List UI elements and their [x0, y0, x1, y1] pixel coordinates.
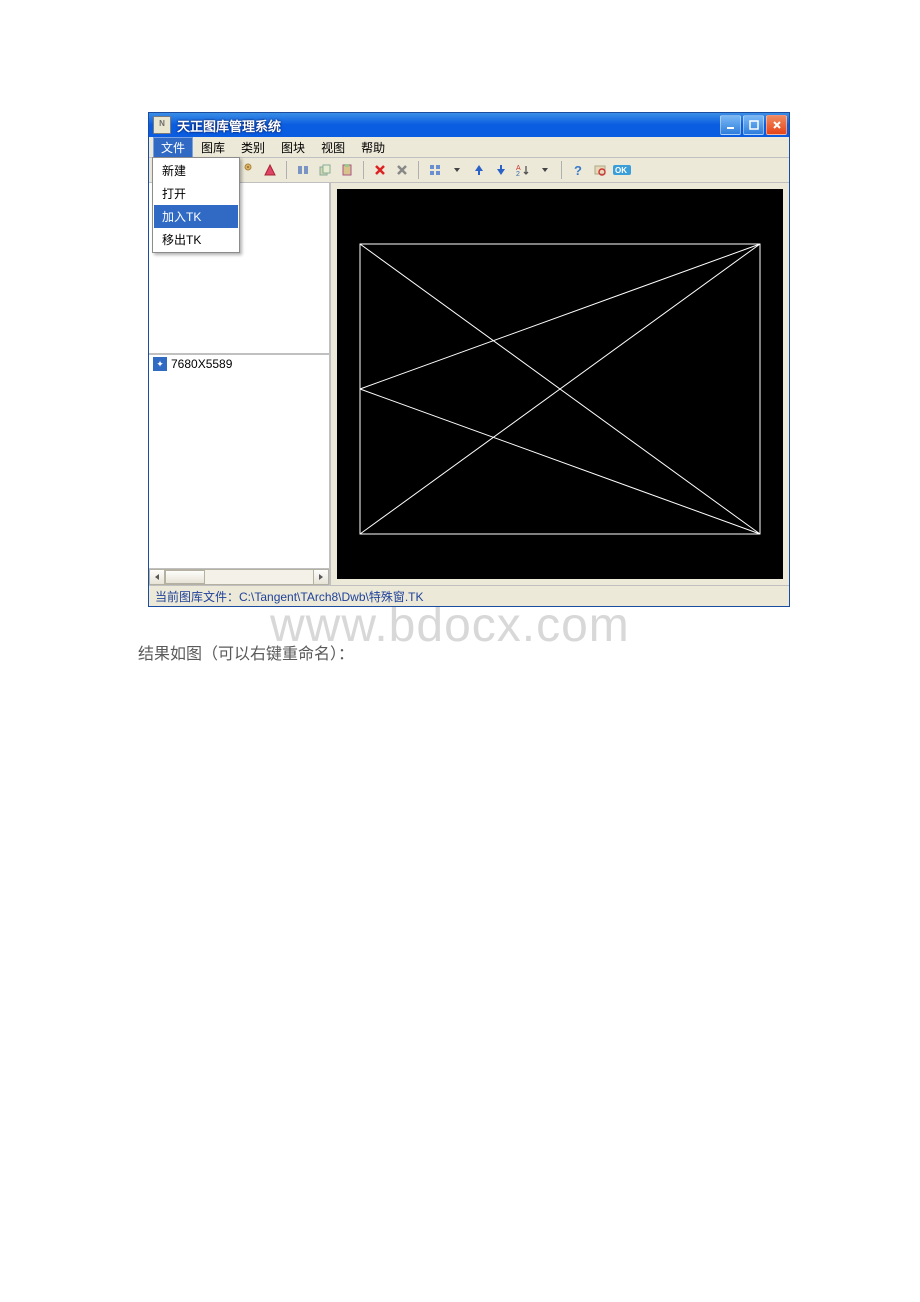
titlebar: N 天正图库管理系统 — [149, 113, 789, 137]
horizontal-scrollbar[interactable] — [149, 568, 329, 585]
svg-text:2: 2 — [516, 171, 520, 177]
list-item-label: 7680X5589 — [171, 357, 232, 371]
menu-item-remove-tk[interactable]: 移出TK — [154, 228, 238, 251]
file-menu-dropdown: 新建 打开 加入TK 移出TK — [152, 157, 240, 253]
menu-view[interactable]: 视图 — [313, 137, 353, 158]
tool-sort-icon[interactable]: A2 — [514, 161, 532, 179]
menu-item-new[interactable]: 新建 — [154, 159, 238, 182]
scroll-right-arrow-icon[interactable] — [313, 569, 329, 585]
list-item[interactable]: ✦ 7680X5589 — [149, 355, 329, 373]
menubar: 文件 图库 类别 图块 视图 帮助 — [149, 137, 789, 158]
menu-item-add-tk[interactable]: 加入TK — [154, 205, 238, 228]
status-label-prefix: 当前图库文件： — [155, 588, 239, 605]
preview-canvas[interactable] — [337, 189, 783, 579]
block-list[interactable]: ✦ 7680X5589 — [149, 353, 329, 585]
scroll-thumb[interactable] — [165, 570, 205, 584]
status-path: C:\Tangent\TArch8\Dwb\特殊窗.TK — [239, 588, 424, 605]
toolbar-separator — [561, 161, 562, 179]
scroll-left-arrow-icon[interactable] — [149, 569, 165, 585]
menu-library[interactable]: 图库 — [193, 137, 233, 158]
tool-dropdown-arrow-icon[interactable] — [448, 161, 466, 179]
minimize-button[interactable] — [720, 115, 741, 135]
svg-text:?: ? — [574, 163, 582, 177]
tool-up-arrow-icon[interactable] — [470, 161, 488, 179]
tool-triangle-icon[interactable] — [261, 161, 279, 179]
svg-text:OK: OK — [615, 166, 627, 175]
tool-paste-icon[interactable] — [338, 161, 356, 179]
client-area: ✦ 7680X5589 — [149, 183, 789, 586]
tool-help-icon[interactable]: ? — [569, 161, 587, 179]
block-icon: ✦ — [153, 357, 167, 371]
app-window: N 天正图库管理系统 文件 图库 类别 图块 视图 帮助 — [148, 112, 790, 607]
preview-drawing — [337, 189, 783, 579]
app-icon: N — [153, 116, 171, 134]
statusbar: 当前图库文件： C:\Tangent\TArch8\Dwb\特殊窗.TK — [149, 586, 789, 606]
toolbar-separator — [363, 161, 364, 179]
menu-item-open[interactable]: 打开 — [154, 182, 238, 205]
maximize-button[interactable] — [743, 115, 764, 135]
tool-delete-red-icon[interactable] — [371, 161, 389, 179]
toolbar-separator — [286, 161, 287, 179]
tool-ok-icon[interactable]: OK — [613, 161, 631, 179]
toolbar-separator — [418, 161, 419, 179]
tool-copy-icon[interactable] — [316, 161, 334, 179]
menu-file[interactable]: 文件 — [153, 137, 193, 158]
window-title: 天正图库管理系统 — [177, 116, 720, 135]
menu-block[interactable]: 图块 — [273, 137, 313, 158]
caption-text: 结果如图（可以右键重命名）： — [138, 640, 354, 664]
tool-move-icon[interactable] — [294, 161, 312, 179]
tool-delete-gray-icon[interactable] — [393, 161, 411, 179]
tool-dropdown-arrow-icon[interactable] — [536, 161, 554, 179]
tool-grid-icon[interactable] — [426, 161, 444, 179]
menu-help[interactable]: 帮助 — [353, 137, 393, 158]
menu-category[interactable]: 类别 — [233, 137, 273, 158]
tool-down-arrow-icon[interactable] — [492, 161, 510, 179]
close-button[interactable] — [766, 115, 787, 135]
tool-preview-icon[interactable] — [591, 161, 609, 179]
scroll-track[interactable] — [165, 569, 313, 585]
toolbar: A2 ? OK — [149, 158, 789, 183]
tool-icon-1[interactable] — [239, 161, 257, 179]
